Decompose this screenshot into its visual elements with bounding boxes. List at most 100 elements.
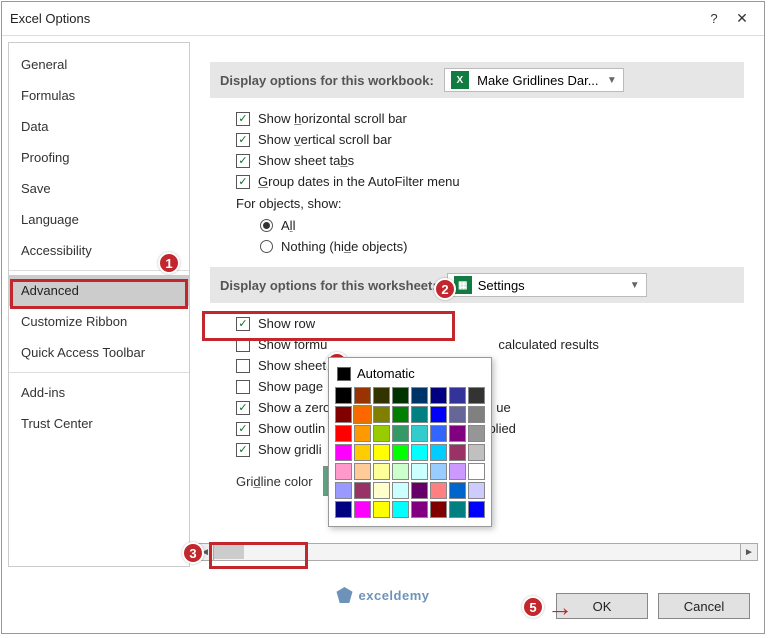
color-swatch[interactable] [354, 482, 371, 499]
radio[interactable] [260, 240, 273, 253]
checkbox[interactable]: ✓ [236, 401, 250, 415]
color-swatch[interactable] [411, 425, 428, 442]
color-swatch[interactable] [449, 425, 466, 442]
color-swatch[interactable] [449, 387, 466, 404]
color-swatch[interactable] [449, 463, 466, 480]
color-swatch[interactable] [468, 501, 485, 518]
color-swatch[interactable] [373, 406, 390, 423]
color-swatch[interactable] [354, 501, 371, 518]
color-swatch[interactable] [430, 444, 447, 461]
worksheet-selector[interactable]: ▦ Settings ▼ [447, 273, 647, 297]
checkbox[interactable]: ✓ [236, 317, 250, 331]
watermark-logo-icon [337, 587, 353, 603]
color-swatch[interactable] [392, 406, 409, 423]
sidebar-item-add-ins[interactable]: Add-ins [9, 377, 189, 408]
color-swatch[interactable] [373, 463, 390, 480]
color-swatch[interactable] [430, 425, 447, 442]
color-swatch[interactable] [430, 387, 447, 404]
color-swatch[interactable] [468, 444, 485, 461]
color-swatch[interactable] [354, 406, 371, 423]
color-swatch[interactable] [392, 425, 409, 442]
checkbox[interactable]: ✓ [236, 359, 250, 373]
color-swatch[interactable] [449, 501, 466, 518]
color-swatch[interactable] [449, 482, 466, 499]
scroll-right-button[interactable]: ► [740, 543, 758, 561]
color-swatch[interactable] [430, 463, 447, 480]
checkbox[interactable]: ✓ [236, 338, 250, 352]
checkbox[interactable]: ✓ [236, 112, 250, 126]
color-swatch[interactable] [354, 463, 371, 480]
sidebar-item-save[interactable]: Save [9, 173, 189, 204]
color-swatch[interactable] [411, 482, 428, 499]
help-button[interactable]: ? [700, 11, 728, 26]
opt-label: Group dates in the AutoFilter menu [258, 174, 460, 189]
opt-label: Show outlin [258, 421, 325, 436]
close-button[interactable]: ✕ [728, 10, 756, 27]
cancel-button[interactable]: Cancel [658, 593, 750, 619]
color-swatch[interactable] [392, 501, 409, 518]
color-swatch[interactable] [392, 387, 409, 404]
color-swatch[interactable] [411, 501, 428, 518]
color-swatch[interactable] [373, 501, 390, 518]
color-swatch[interactable] [392, 444, 409, 461]
color-swatch[interactable] [430, 482, 447, 499]
sidebar-item-language[interactable]: Language [9, 204, 189, 235]
scroll-thumb[interactable] [214, 545, 244, 559]
color-swatch[interactable] [430, 406, 447, 423]
color-swatch[interactable] [354, 444, 371, 461]
sidebar-item-proofing[interactable]: Proofing [9, 142, 189, 173]
sidebar-item-trust-center[interactable]: Trust Center [9, 408, 189, 439]
checkbox[interactable]: ✓ [236, 443, 250, 457]
color-swatch[interactable] [354, 425, 371, 442]
radio-label: Nothing (hide objects) [281, 239, 407, 254]
color-swatch[interactable] [392, 463, 409, 480]
automatic-color-row[interactable]: Automatic [335, 364, 485, 387]
color-swatch[interactable] [468, 425, 485, 442]
color-swatch[interactable] [335, 444, 352, 461]
sidebar-item-customize-ribbon[interactable]: Customize Ribbon [9, 306, 189, 337]
workbook-selector[interactable]: X Make Gridlines Dar... ▼ [444, 68, 624, 92]
excel-options-dialog: Excel Options ? ✕ GeneralFormulasDataPro… [1, 1, 765, 634]
color-swatch[interactable] [373, 387, 390, 404]
checkbox[interactable]: ✓ [236, 175, 250, 189]
color-swatch[interactable] [335, 482, 352, 499]
color-swatch[interactable] [335, 463, 352, 480]
color-swatch[interactable] [373, 482, 390, 499]
color-swatch[interactable] [335, 406, 352, 423]
checkbox[interactable]: ✓ [236, 380, 250, 394]
color-swatch[interactable] [373, 425, 390, 442]
color-swatch[interactable] [468, 406, 485, 423]
color-swatch[interactable] [411, 387, 428, 404]
color-swatch[interactable] [335, 387, 352, 404]
checkbox[interactable]: ✓ [236, 422, 250, 436]
annotation-badge: 3 [182, 542, 204, 564]
color-swatch[interactable] [449, 406, 466, 423]
color-swatch[interactable] [411, 406, 428, 423]
color-swatch[interactable] [335, 425, 352, 442]
sidebar-item-formulas[interactable]: Formulas [9, 80, 189, 111]
color-swatch-grid [335, 387, 485, 518]
color-swatch[interactable] [449, 444, 466, 461]
color-swatch[interactable] [468, 463, 485, 480]
horizontal-scrollbar[interactable]: ◄ ► [196, 543, 758, 561]
sidebar-item-general[interactable]: General [9, 49, 189, 80]
color-swatch[interactable] [411, 444, 428, 461]
color-swatch[interactable] [373, 444, 390, 461]
color-swatch[interactable] [335, 501, 352, 518]
color-swatch[interactable] [411, 463, 428, 480]
opt-label: Show sheet tabs [258, 153, 354, 168]
checkbox[interactable]: ✓ [236, 133, 250, 147]
radio[interactable] [260, 219, 273, 232]
color-swatch[interactable] [354, 387, 371, 404]
opt-tail: ue [496, 400, 510, 415]
color-swatch[interactable] [392, 482, 409, 499]
sidebar-item-quick-access-toolbar[interactable]: Quick Access Toolbar [9, 337, 189, 368]
color-swatch[interactable] [468, 387, 485, 404]
sidebar-item-data[interactable]: Data [9, 111, 189, 142]
sidebar-item-advanced[interactable]: Advanced [9, 275, 189, 306]
opt-label: Show a zero [258, 400, 330, 415]
color-swatch[interactable] [430, 501, 447, 518]
checkbox[interactable]: ✓ [236, 154, 250, 168]
color-swatch[interactable] [468, 482, 485, 499]
scroll-track[interactable] [214, 543, 740, 561]
